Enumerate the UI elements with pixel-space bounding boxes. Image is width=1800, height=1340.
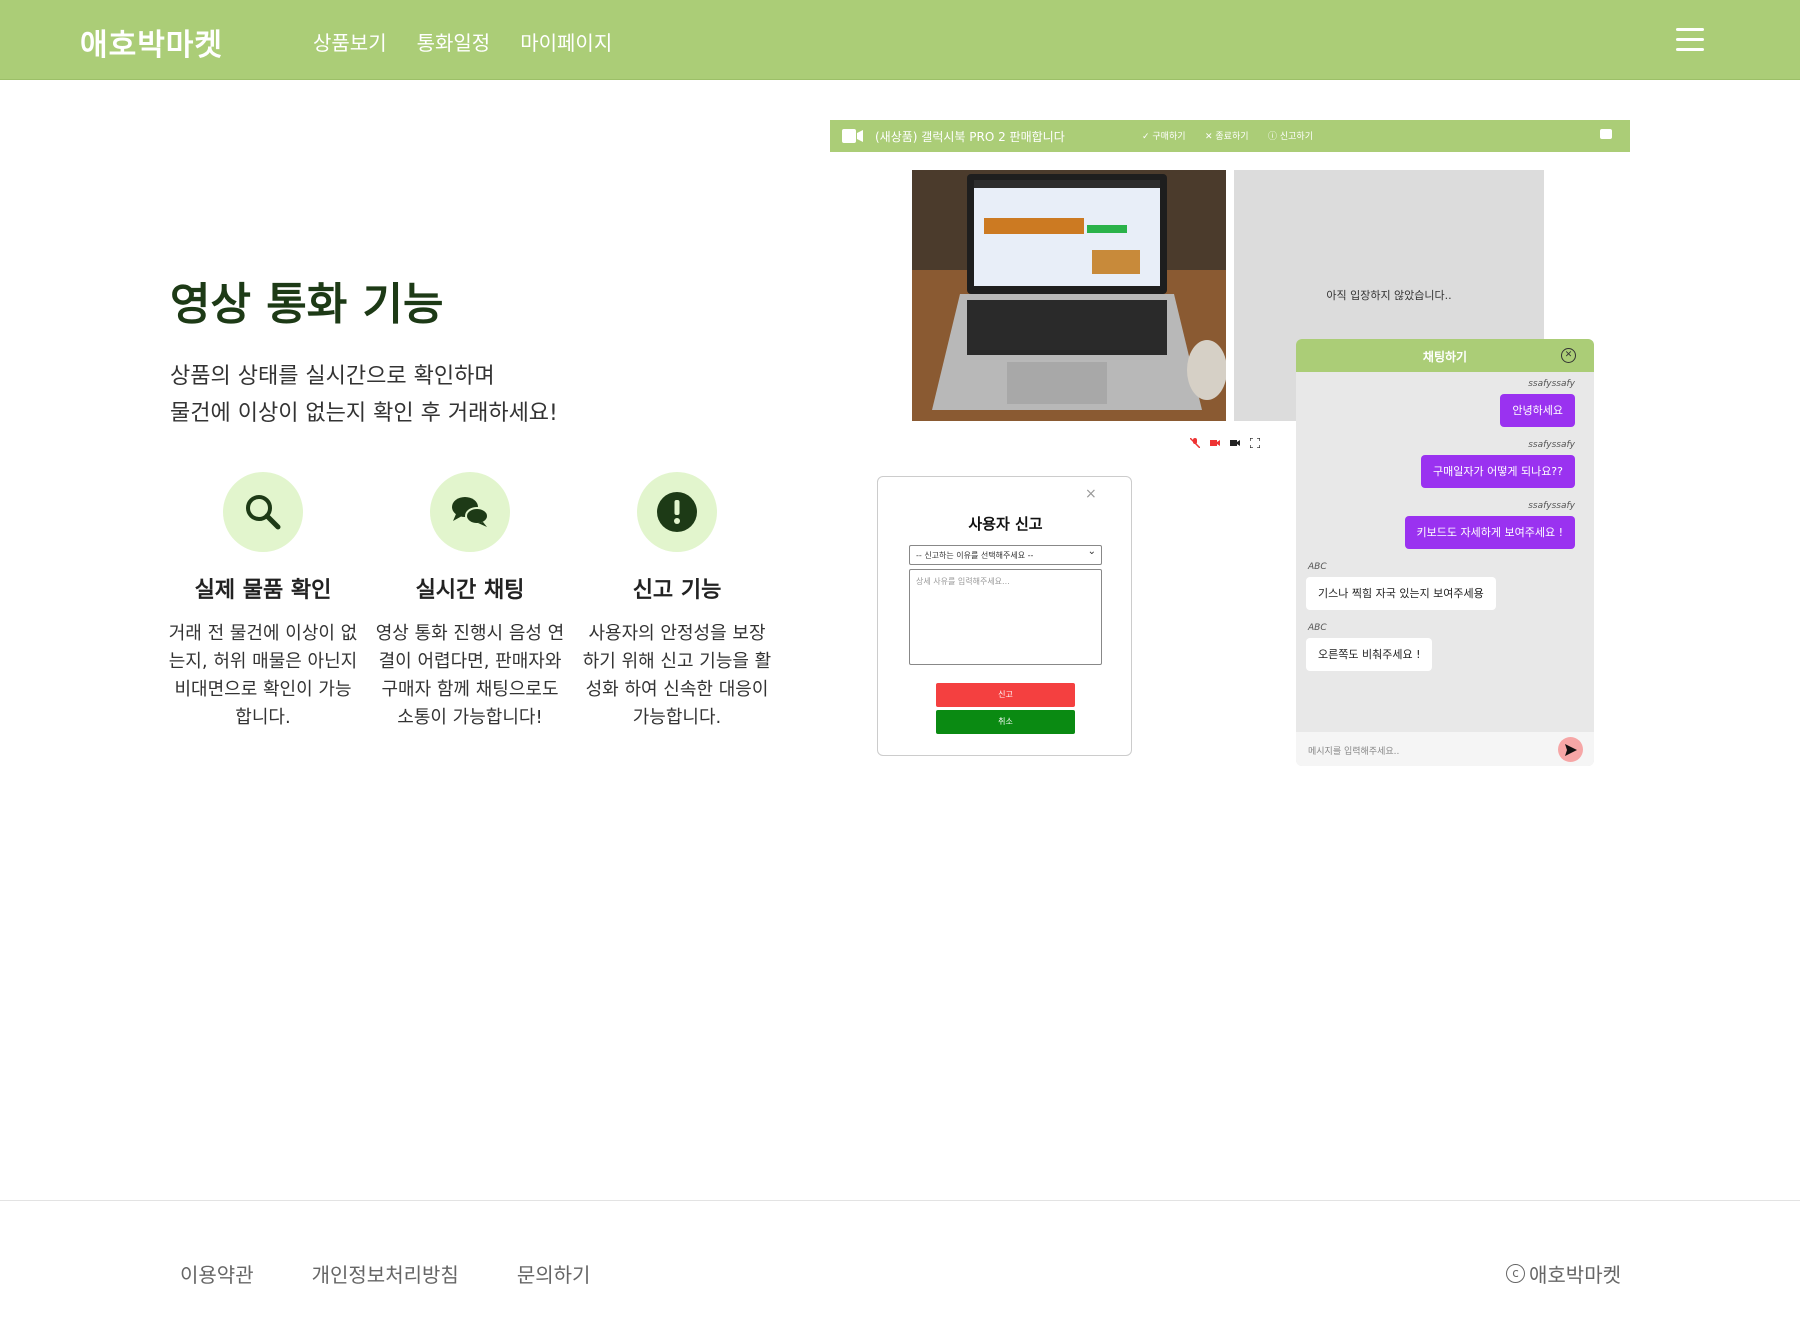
nav-mypage[interactable]: 마이페이지	[520, 27, 612, 56]
seller-video-feed	[912, 170, 1226, 421]
call-toolbar: (새상품) 갤럭시북 PRO 2 판매합니다 ✓ 구매하기 ✕ 종료하기 ⓘ 신…	[830, 120, 1630, 152]
cancel-button[interactable]: 취소	[936, 710, 1075, 734]
message-sender: ssafyssafy	[1528, 501, 1575, 511]
top-navbar: 애호박마켓 상품보기 통화일정 마이페이지	[0, 0, 1800, 80]
chat-panel: 채팅하기 ✕ ssafyssafy 안녕하세요 ssafyssafy 구매일자가…	[1296, 339, 1594, 766]
chat-header: 채팅하기 ✕	[1296, 339, 1594, 372]
feature-item-check: 실제 물품 확인 거래 전 물건에 이상이 없는지, 허위 매물은 아닌지 비대…	[168, 472, 358, 732]
chat-input-bar: 메시지를 입력해주세요..	[1296, 732, 1594, 766]
camera-off-icon[interactable]	[1210, 438, 1220, 448]
feature-desc: 사용자의 안정성을 보장하기 위해 신고 기능을 활성화 하여 신속한 대응이 …	[582, 623, 772, 728]
feature-desc: 영상 통화 진행시 음성 연결이 어렵다면, 판매자와 구매자 함께 채팅으로도…	[375, 623, 565, 728]
nav-call-schedule[interactable]: 통화일정	[417, 27, 491, 56]
feature-title: 신고 기능	[632, 578, 722, 603]
exclamation-icon	[637, 472, 717, 552]
chat-message-mine: 구매일자가 어떻게 되나요??	[1421, 455, 1575, 488]
chat-message-mine: 안녕하세요	[1500, 394, 1575, 427]
hero-desc-line1: 상품의 상태를 실시간으로 확인하며	[170, 364, 495, 389]
hero-description: 상품의 상태를 실시간으로 확인하며 물건에 이상이 없는지 확인 후 거래하세…	[170, 358, 558, 432]
chat-bubbles-icon	[430, 472, 510, 552]
message-sender: ABC	[1308, 562, 1327, 572]
chat-title: 채팅하기	[1422, 350, 1468, 364]
message-sender: ssafyssafy	[1528, 440, 1575, 450]
copyright-text: 애호박마켓	[1529, 1263, 1621, 1287]
feature-title: 실제 물품 확인	[194, 578, 332, 603]
footer-links: 이용약관 개인정보처리방침 문의하기	[180, 1259, 590, 1288]
end-call-button[interactable]: ✕ 종료하기	[1205, 129, 1249, 142]
chat-message-other: 기스나 찍힘 자국 있는지 보여주세용	[1306, 577, 1496, 610]
logo[interactable]: 애호박마켓	[80, 20, 223, 64]
main-nav: 상품보기 통화일정 마이페이지	[313, 27, 612, 56]
footer-divider	[0, 1200, 1800, 1201]
video-camera-icon	[842, 129, 863, 143]
hero-desc-line2: 물건에 이상이 없는지 확인 후 거래하세요!	[170, 401, 558, 426]
feature-item-chat: 실시간 채팅 영상 통화 진행시 음성 연결이 어렵다면, 판매자와 구매자 함…	[375, 472, 565, 732]
chat-message-input[interactable]: 메시지를 입력해주세요..	[1308, 744, 1399, 757]
hamburger-menu-icon[interactable]	[1676, 28, 1704, 52]
report-modal: × 사용자 신고 -- 신고하는 이유를 선택해주세요 -- 상세 사유를 입력…	[877, 476, 1132, 756]
message-sender: ssafyssafy	[1528, 379, 1575, 389]
feature-title: 실시간 채팅	[415, 578, 525, 603]
close-chat-icon[interactable]: ✕	[1561, 348, 1576, 363]
send-icon[interactable]	[1558, 737, 1583, 762]
video-controls	[1190, 438, 1260, 448]
copyright: c 애호박마켓	[1506, 1259, 1621, 1288]
nav-products[interactable]: 상품보기	[313, 27, 387, 56]
search-icon	[223, 472, 303, 552]
footer-privacy-link[interactable]: 개인정보처리방침	[312, 1259, 459, 1288]
report-reason-select[interactable]: -- 신고하는 이유를 선택해주세요 --	[909, 545, 1102, 565]
chat-message-mine: 키보드도 자세하게 보여주세요 !	[1404, 516, 1575, 549]
footer-terms-link[interactable]: 이용약관	[180, 1259, 254, 1288]
message-sender: ABC	[1308, 623, 1327, 633]
chat-toggle-icon[interactable]	[1600, 129, 1612, 139]
waiting-text: 아직 입장하지 않았습니다..	[1326, 289, 1452, 302]
feature-desc: 거래 전 물건에 이상이 없는지, 허위 매물은 아닌지 비대면으로 확인이 가…	[168, 623, 358, 728]
mic-off-icon[interactable]	[1190, 438, 1200, 448]
modal-title: 사용자 신고	[968, 515, 1043, 533]
copyright-icon: c	[1506, 1264, 1525, 1283]
page-title: 영상 통화 기능	[170, 279, 444, 330]
footer-contact-link[interactable]: 문의하기	[517, 1259, 591, 1288]
close-icon[interactable]: ×	[1085, 486, 1097, 502]
buy-button[interactable]: ✓ 구매하기	[1142, 129, 1186, 142]
feature-item-report: 신고 기능 사용자의 안정성을 보장하기 위해 신고 기능을 활성화 하여 신속…	[582, 472, 772, 732]
laptop-image	[912, 170, 1226, 421]
submit-report-button[interactable]: 신고	[936, 683, 1075, 707]
call-title: (새상품) 갤럭시북 PRO 2 판매합니다	[875, 130, 1065, 144]
fullscreen-icon[interactable]	[1250, 438, 1260, 448]
report-button[interactable]: ⓘ 신고하기	[1268, 129, 1313, 142]
switch-camera-icon[interactable]	[1230, 438, 1240, 448]
chat-message-other: 오른쪽도 비춰주세요 !	[1306, 638, 1433, 671]
report-detail-textarea[interactable]: 상세 사유를 입력해주세요...	[909, 569, 1102, 665]
